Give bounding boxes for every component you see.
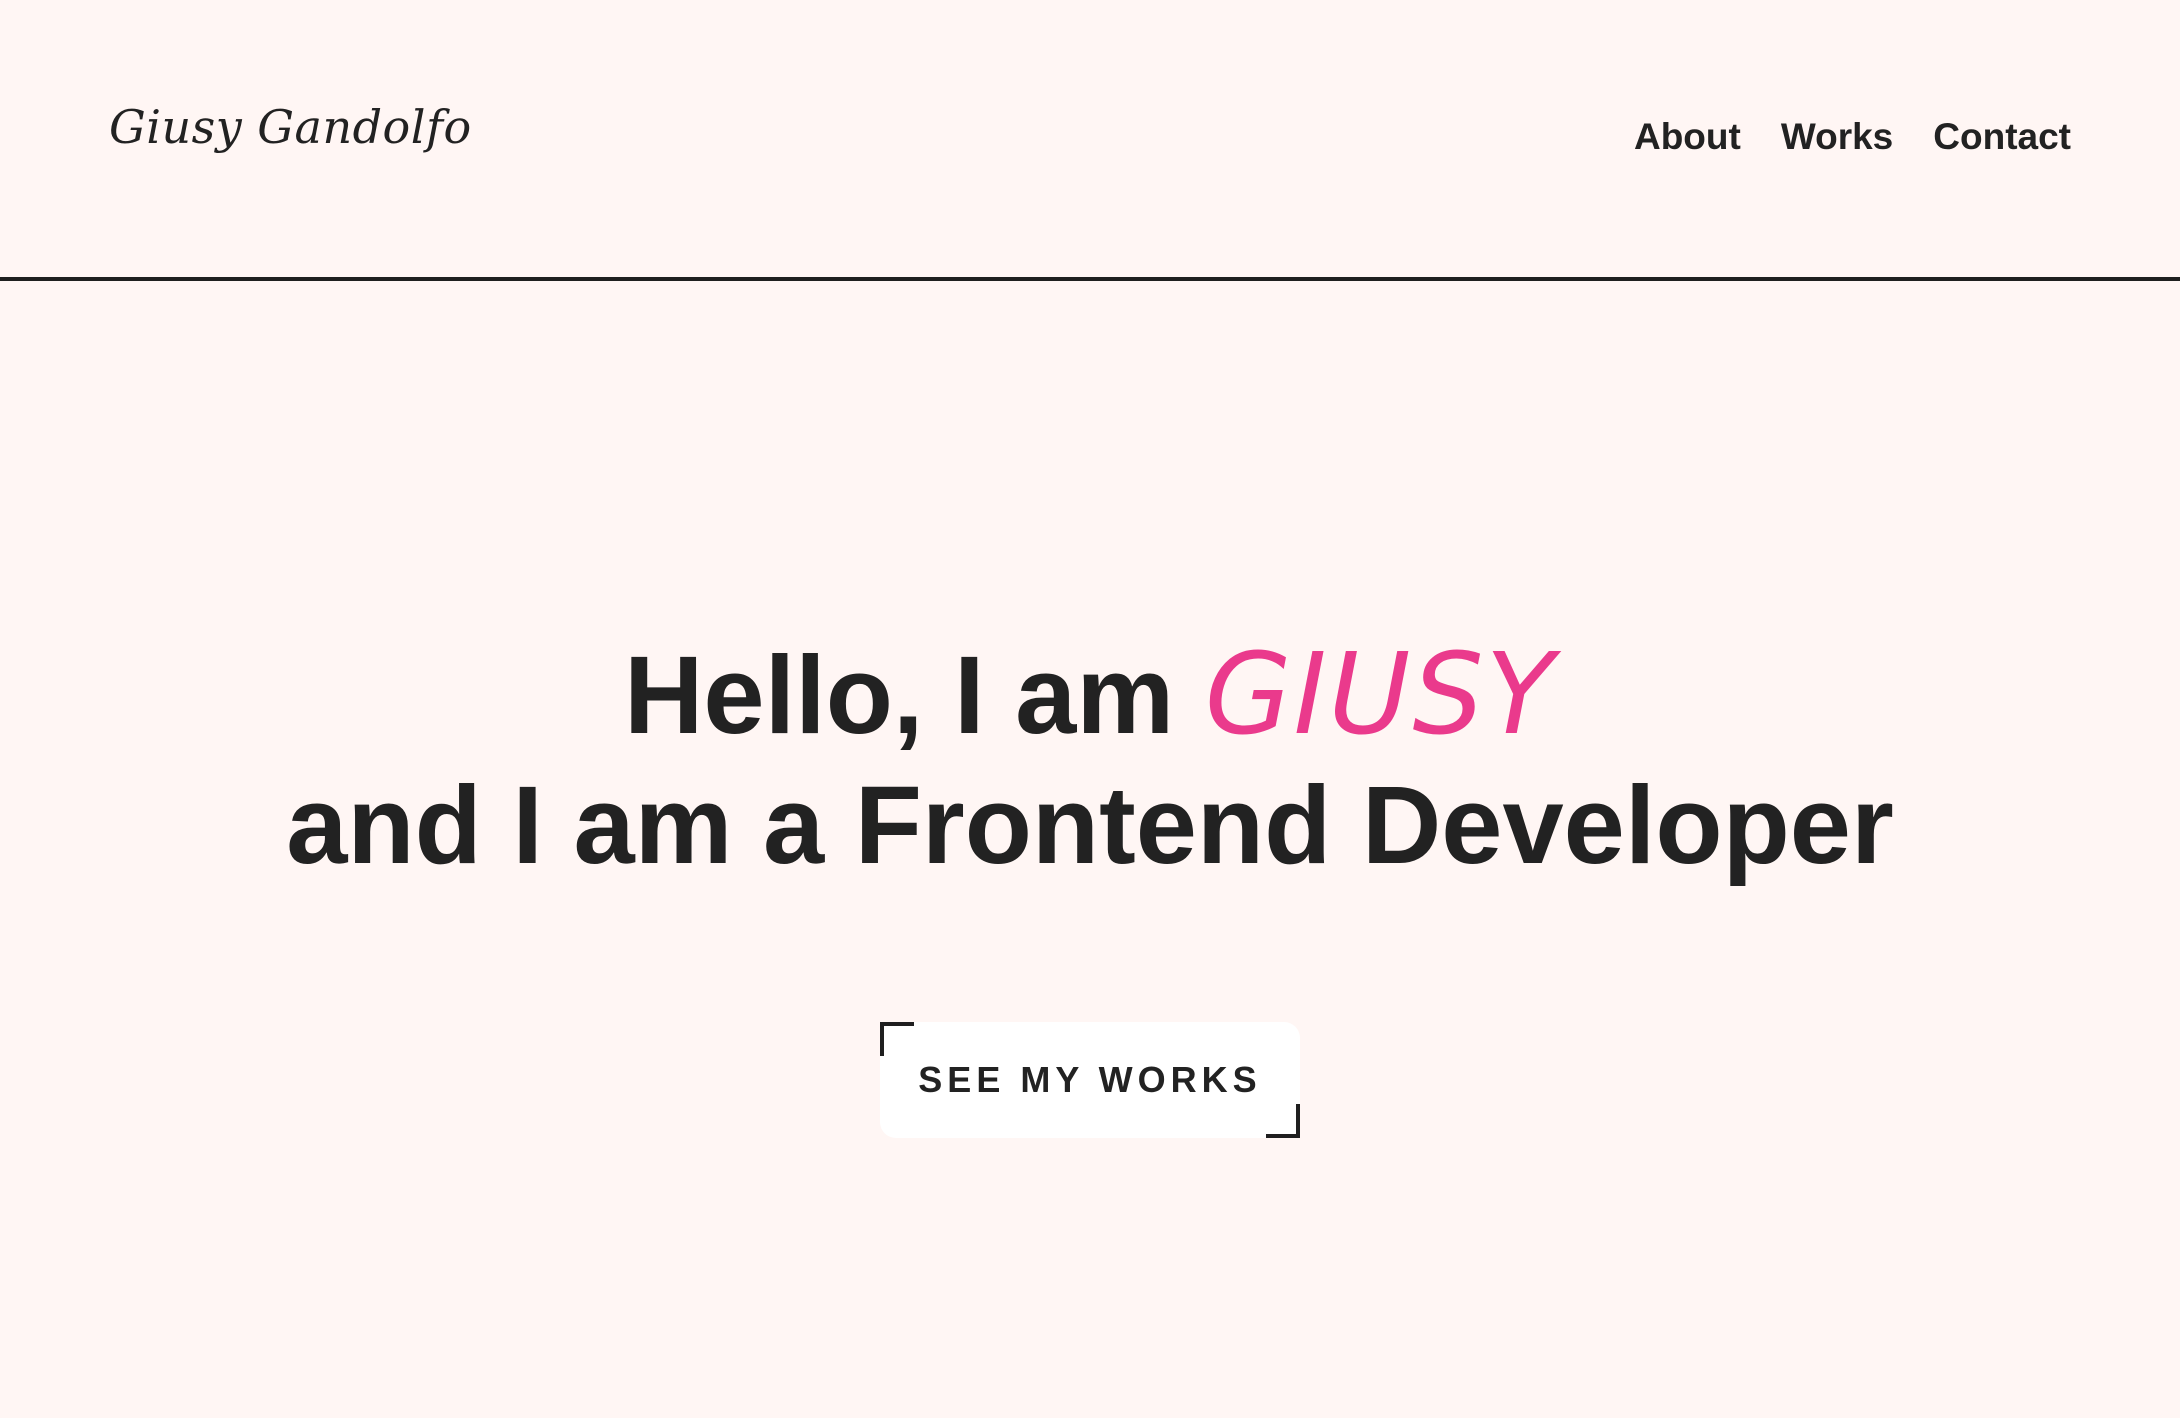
hero-name: GIUSY [1204, 630, 1557, 760]
main-nav: About Works Contact [1634, 118, 2071, 155]
hero-line-2: and I am a Frontend Developer [286, 764, 1894, 887]
hero-section: Hello, I am GIUSY and I am a Frontend De… [0, 630, 2180, 891]
corner-bracket-top-left [880, 1022, 914, 1056]
hero-heading: Hello, I am GIUSY and I am a Frontend De… [0, 630, 2180, 891]
nav-link-works[interactable]: Works [1781, 118, 1893, 155]
hero-line-1: Hello, I am GIUSY [0, 630, 2180, 761]
logo[interactable]: Giusy Gandolfo [109, 104, 472, 150]
nav-link-about[interactable]: About [1634, 118, 1741, 155]
cta-container: SEE MY WORKS [880, 1022, 1300, 1138]
nav-link-contact[interactable]: Contact [1933, 118, 2071, 155]
site-header: Giusy Gandolfo About Works Contact [0, 0, 2180, 281]
corner-bracket-bottom-right [1266, 1104, 1300, 1138]
hero-greeting: Hello, I am [623, 634, 1205, 757]
see-my-works-button[interactable]: SEE MY WORKS [880, 1022, 1300, 1138]
